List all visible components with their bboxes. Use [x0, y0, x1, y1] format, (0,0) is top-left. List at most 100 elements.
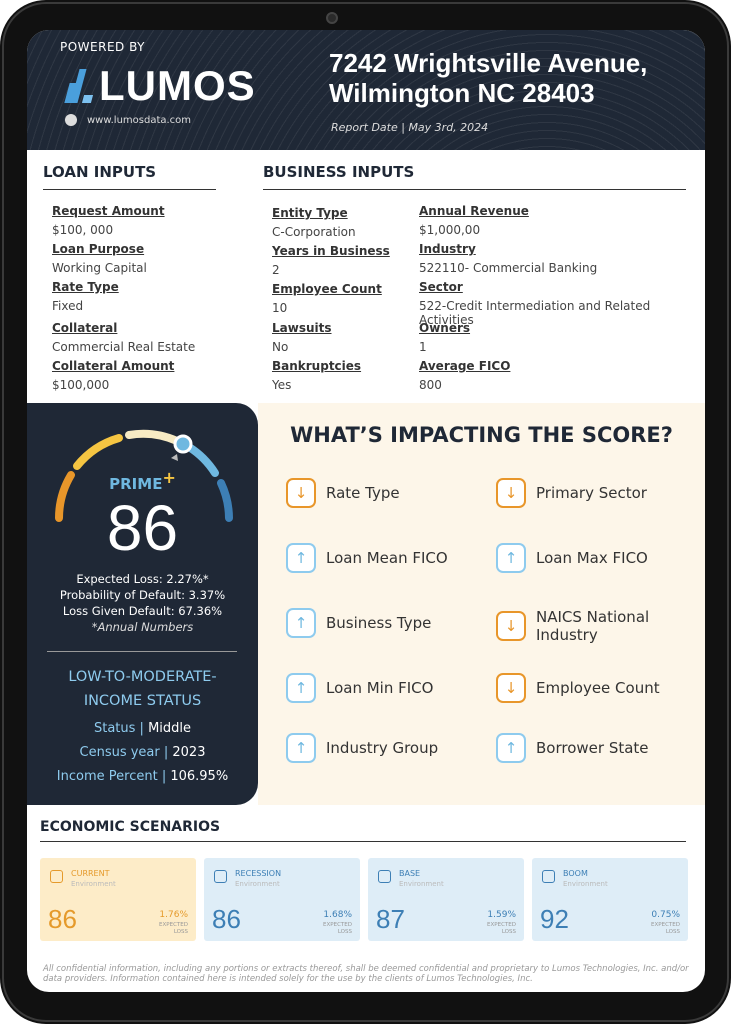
- powered-by: POWERED BY: [60, 40, 146, 54]
- property-address: 7242 Wrightsville Avenue, Wilmington NC 2…: [329, 48, 647, 108]
- field-loan-purpose: Loan Purpose Working Capital: [52, 242, 147, 275]
- field-value: 2: [272, 263, 280, 277]
- expected-loss-label: EXPECTED LOSS: [487, 922, 516, 935]
- impact-factor: ↑ Loan Mean FICO: [286, 543, 486, 573]
- factor-label: Employee Count: [536, 679, 660, 697]
- field-value: C-Corporation: [272, 225, 356, 239]
- expected-loss-label: EXPECTED LOSS: [651, 922, 680, 935]
- field-value: Fixed: [52, 299, 84, 313]
- field-label: Bankruptcies: [272, 359, 362, 373]
- scenario-env: Environment: [235, 880, 280, 888]
- field-value: $1,000,00: [419, 223, 481, 237]
- loss-given-default: Loss Given Default: 67.36%: [62, 604, 223, 618]
- field-label: Average FICO: [419, 359, 511, 373]
- score-metrics: Expected Loss: 2.27%* Probability of Def…: [27, 571, 258, 635]
- impact-factor: ↑ Loan Min FICO: [286, 673, 486, 703]
- impact-factor: ↓ Primary Sector: [496, 478, 696, 508]
- factor-label: NAICS National Industry: [536, 608, 650, 644]
- scenario-card-recession[interactable]: RECESSION Environment 86 1.68% EXPECTED LOSS: [204, 858, 360, 941]
- scenario-score: 86: [48, 904, 77, 934]
- field-value: Yes: [272, 378, 292, 392]
- field-label: Rate Type: [52, 280, 119, 294]
- field-request-amount: Request Amount $100, 000: [52, 204, 165, 237]
- chart-calendar-icon: [378, 870, 391, 883]
- inputs-section: LOAN INPUTS BUSINESS INPUTS Request Amou…: [27, 150, 705, 403]
- field-label: Lawsuits: [272, 321, 332, 335]
- field-entity-type: Entity Type C-Corporation: [272, 206, 356, 239]
- gauge-pointer: [171, 454, 178, 461]
- field-label: Loan Purpose: [52, 242, 145, 256]
- scenario-env: Environment: [563, 880, 608, 888]
- field-collateral: Collateral Commercial Real Estate: [52, 321, 195, 354]
- arrow-up-icon: ↑: [496, 733, 526, 763]
- website-link[interactable]: www.lumosdata.com: [87, 115, 191, 126]
- scenario-card-boom[interactable]: BOOM Environment 92 0.75% EXPECTED LOSS: [532, 858, 688, 941]
- factor-label: Loan Min FICO: [326, 679, 434, 697]
- arrow-down-icon: ↓: [286, 478, 316, 508]
- field-bankruptcies: Bankruptcies Yes: [272, 359, 361, 392]
- impact-title: WHAT’S IMPACTING THE SCORE?: [290, 423, 673, 447]
- report: POWERED BY LUMOS www.lumosdata.com 7242 …: [27, 30, 705, 992]
- business-inputs-title: BUSINESS INPUTS: [263, 163, 686, 190]
- factor-label: Rate Type: [326, 484, 400, 502]
- field-value: 522110- Commercial Banking: [419, 261, 598, 275]
- field-collateral-amount: Collateral Amount $100,000: [52, 359, 174, 392]
- field-value: $100,000: [52, 378, 110, 392]
- disclaimer: All confidential information, including …: [43, 964, 689, 984]
- score-panel: PRIME+ 86 Expected Loss: 2.27%* Probabil…: [27, 403, 258, 805]
- website[interactable]: www.lumosdata.com: [65, 114, 191, 126]
- scenario-score: 87: [376, 904, 405, 934]
- impact-factor: ↓ Employee Count: [496, 673, 696, 703]
- impact-factor: ↑ Borrower State: [496, 733, 696, 763]
- field-value: 800: [419, 378, 442, 392]
- field-label: Collateral: [52, 321, 118, 335]
- arrow-up-icon: ↑: [286, 673, 316, 703]
- gauge-indicator: [173, 434, 193, 454]
- scenario-name: CURRENT: [71, 869, 110, 878]
- field-employee-count: Employee Count 10: [272, 282, 382, 315]
- divider: [47, 651, 237, 652]
- arrow-up-icon: ↑: [286, 608, 316, 638]
- gauge-segment-cream: [125, 429, 181, 445]
- field-label: Annual Revenue: [419, 204, 529, 218]
- impact-factor: ↓ NAICS National Industry: [496, 608, 696, 644]
- field-sector: Sector 522-Credit Intermediation and Rela…: [419, 280, 705, 327]
- address-line1: 7242 Wrightsville Avenue,: [329, 48, 648, 78]
- field-rate-type: Rate Type Fixed: [52, 280, 119, 313]
- lmi-row: Status | Middle: [93, 721, 192, 736]
- arrow-down-icon: ↓: [496, 611, 526, 641]
- field-owners: Owners 1: [419, 321, 470, 354]
- impact-factor: ↑ Industry Group: [286, 733, 486, 763]
- scenario-expected-loss: 1.76%: [159, 910, 188, 920]
- logo-text: LUMOS: [99, 62, 256, 109]
- scenario-score: 92: [540, 904, 569, 934]
- factor-label: Primary Sector: [536, 484, 647, 502]
- lmi-row: Census year | 2023: [79, 745, 206, 760]
- scenario-card-current[interactable]: CURRENT Environment 86 1.76% EXPECTED LOSS: [40, 858, 196, 941]
- chart-calendar-icon: [214, 870, 227, 883]
- field-value: 1: [419, 340, 427, 354]
- expected-loss-label: EXPECTED LOSS: [159, 922, 188, 935]
- field-value: $100, 000: [52, 223, 114, 237]
- economic-scenarios: ECONOMIC SCENARIOS CURRENT Environment 86 1…: [27, 805, 705, 992]
- field-value: Commercial Real Estate: [52, 340, 196, 354]
- field-label: Sector: [419, 280, 463, 294]
- scenario-expected-loss: 1.68%: [323, 910, 352, 920]
- tablet-frame: POWERED BY LUMOS www.lumosdata.com 7242 …: [0, 0, 731, 1024]
- impact-factor: ↑ Business Type: [286, 608, 486, 638]
- factor-label: Loan Mean FICO: [326, 549, 448, 567]
- field-lawsuits: Lawsuits No: [272, 321, 332, 354]
- field-label: Entity Type: [272, 206, 348, 220]
- scenario-card-base[interactable]: BASE Environment 87 1.59% EXPECTED LOSS: [368, 858, 524, 941]
- factor-label: Loan Max FICO: [536, 549, 648, 567]
- lumos-logo-icon: [64, 69, 94, 103]
- field-label: Owners: [419, 321, 471, 335]
- header: POWERED BY LUMOS www.lumosdata.com 7242 …: [27, 30, 705, 150]
- field-industry: Industry 522110- Commercial Banking: [419, 242, 597, 275]
- chart-calendar-icon: [542, 870, 555, 883]
- globe-icon: [65, 114, 77, 126]
- scenario-env: Environment: [399, 880, 444, 888]
- field-label: Collateral Amount: [52, 359, 175, 373]
- scenario-expected-loss: 1.59%: [487, 910, 516, 920]
- factor-label: Industry Group: [326, 739, 439, 757]
